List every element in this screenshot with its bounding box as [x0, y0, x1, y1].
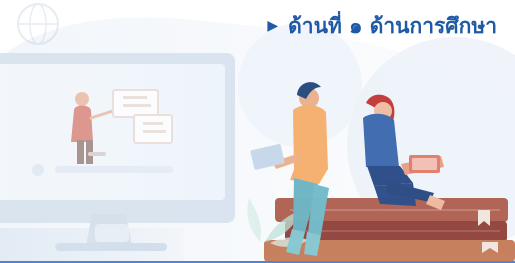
section-heading: ▶ ด้านที่ ๑ ด้านการศึกษา	[267, 16, 497, 37]
section-title: ด้านที่ ๑ ด้านการศึกษา	[288, 14, 497, 38]
education-illustration	[0, 3, 515, 263]
mug-shape	[95, 224, 129, 242]
monitor-icon	[0, 53, 235, 251]
desk-shadow	[0, 228, 184, 263]
education-banner: ▶ ด้านที่ ๑ ด้านการศึกษา	[0, 0, 515, 263]
play-triangle-icon: ▶	[267, 17, 279, 34]
